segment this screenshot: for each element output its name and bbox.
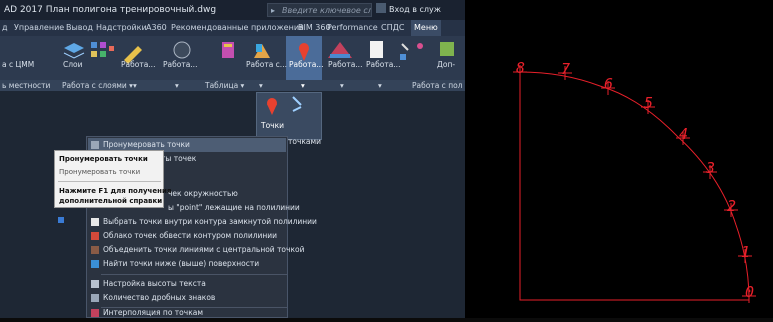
surface-points-icon xyxy=(91,260,99,268)
ribbon-btn-extra[interactable]: Доп- xyxy=(437,60,455,69)
point-label-0: 0 xyxy=(745,283,754,301)
point-label-5: 5 xyxy=(644,94,653,112)
interpolation-icon xyxy=(91,309,99,317)
ribbon-btn-work5[interactable]: Работа... xyxy=(366,60,400,69)
point-marker-icon xyxy=(299,43,309,61)
selection-marker xyxy=(58,217,64,223)
ribbon-btn-layers[interactable]: Слои xyxy=(63,60,83,69)
text-height-icon xyxy=(91,280,99,288)
autocad-window: AD 2017 План полигона тренировочный.dwg … xyxy=(0,0,465,318)
ribbon-btn-work1[interactable]: Работа... xyxy=(121,60,155,69)
ribbon-btn-dtm[interactable]: а с ЦММ xyxy=(2,60,34,69)
menu-item-cloud-contour[interactable]: Облако точек обвести контуром полилинии xyxy=(88,229,286,243)
polygon-drawing: 8 7 6 5 43 2 1 0 xyxy=(513,59,756,303)
points-panel-caption: точками xyxy=(288,137,322,146)
tab-addins[interactable]: Надстройки xyxy=(96,20,147,36)
panel-expand-1[interactable]: ▾ xyxy=(133,80,137,91)
tooltip-title: Пронумеровать точки xyxy=(59,155,148,163)
misc-tools-icon xyxy=(400,43,423,60)
number-points-icon xyxy=(91,141,99,149)
panel-expand-2[interactable]: ▾ xyxy=(175,80,179,91)
command-tooltip: Пронумеровать точки Пронумеровать точки … xyxy=(54,150,171,208)
panel-expand-5[interactable]: ▾ xyxy=(378,80,382,91)
point-label-2: 2 xyxy=(727,197,736,215)
menu-item-decimal-places[interactable]: Количество дробных знаков xyxy=(88,291,286,305)
tooltip-help-line-1: Нажмите F1 для получения xyxy=(59,187,172,195)
point-label-8: 8 xyxy=(516,59,525,77)
ribbon-btn-work4[interactable]: Работа... xyxy=(328,60,362,69)
ribbon-panel-bar: ь местности Работа с слоями ▾ ▾ ▾ Таблиц… xyxy=(0,80,465,91)
tab-spds[interactable]: СПДС xyxy=(381,20,404,36)
document-icon xyxy=(370,41,383,58)
drawing-canvas[interactable]: 8 7 6 5 43 2 1 0 xyxy=(465,0,773,318)
point-labels: 8 7 6 5 43 2 1 0 xyxy=(513,59,756,303)
search-input[interactable]: Введите ключевое слово/фразу xyxy=(267,3,372,17)
tab-0[interactable]: д xyxy=(2,20,8,36)
cloud-contour-icon xyxy=(91,232,99,240)
polygon-outline xyxy=(519,71,750,301)
extra-icon xyxy=(440,42,454,56)
ribbon-icons xyxy=(63,41,454,64)
point-label-6: 6 xyxy=(604,75,613,93)
ribbon-btn-work3[interactable]: Работа с... xyxy=(246,60,287,69)
panel-work-poly[interactable]: Работа с пол xyxy=(412,80,462,91)
panel-terrain[interactable]: ь местности xyxy=(2,80,50,91)
point-label-3: 3 xyxy=(705,159,715,177)
menu-separator xyxy=(101,274,287,275)
signin-label: Вход в служ xyxy=(389,5,441,14)
menu-item-interpolation[interactable]: Интерполяция по точкам xyxy=(88,306,286,318)
menu-item-text-height[interactable]: Настройка высоты текста xyxy=(88,277,286,291)
panel-table[interactable]: Таблица ▾ xyxy=(205,80,244,91)
tooltip-help-line-2: дополнительной справки xyxy=(59,197,163,205)
panel-expand-points[interactable]: ▾ xyxy=(301,80,305,91)
point-label-4: 4 xyxy=(679,125,688,143)
menu-item-connect-center[interactable]: Объеденить точки линиями с центральной т… xyxy=(88,243,304,257)
window-title: AD 2017 План полигона тренировочный.dwg xyxy=(4,5,217,15)
connect-lines-icon xyxy=(91,246,99,254)
decimals-icon xyxy=(91,294,99,302)
tab-featured-apps[interactable]: Рекомендованные приложения xyxy=(171,20,304,36)
ribbon-tabs: д Управление Вывод Надстройки A360 Реком… xyxy=(0,20,465,36)
menu-item-below-surface[interactable]: Найти точки ниже (выше) поверхности xyxy=(88,257,286,271)
ribbon-btn-work2[interactable]: Работа... xyxy=(163,60,197,69)
point-tool-icon xyxy=(292,96,302,112)
tooltip-description: Пронумеровать точки xyxy=(59,168,141,176)
layer-tools-icon xyxy=(91,42,114,57)
layers-icon xyxy=(63,43,85,59)
tab-manage[interactable]: Управление xyxy=(14,20,64,36)
hand-icon xyxy=(91,218,99,226)
map-pin-icon xyxy=(267,98,277,115)
panel-expand-3[interactable]: ▾ xyxy=(259,80,263,91)
ribbon-btn-points[interactable]: Работа... xyxy=(289,60,323,69)
points-flyout-icons xyxy=(267,96,302,115)
panel-layers[interactable]: Работа с слоями ▾ xyxy=(62,80,133,91)
tab-bim360[interactable]: BIM 360 xyxy=(298,20,331,36)
tooltip-divider xyxy=(58,181,161,182)
point-label-1: 1 xyxy=(741,243,750,261)
user-icon xyxy=(376,3,386,13)
globe-icon xyxy=(173,41,191,59)
point-label-7: 7 xyxy=(561,60,570,78)
menu-item-select-inside-polyline[interactable]: Выбрать точки внутри контура замкнутой п… xyxy=(88,215,317,229)
ribbon-labels: а с ЦММ Слои Работа... Работа... Работа … xyxy=(0,60,465,70)
title-bar: AD 2017 План полигона тренировочный.dwg … xyxy=(0,0,465,20)
points-flyout[interactable]: Точки xyxy=(256,92,322,140)
polyline-icon xyxy=(254,44,270,58)
surface-icon xyxy=(328,42,352,58)
tab-output[interactable]: Вывод xyxy=(66,20,93,36)
tab-a360[interactable]: A360 xyxy=(146,20,167,36)
tab-performance[interactable]: Performance xyxy=(327,20,378,36)
tooltip-help: Нажмите F1 для получения дополнительной … xyxy=(59,186,171,206)
points-flyout-label: Точки xyxy=(261,121,285,130)
table-icon xyxy=(222,42,234,58)
signin-button[interactable]: Вход в служ xyxy=(376,3,441,17)
tab-menu[interactable]: Меню xyxy=(411,20,441,36)
panel-expand-4[interactable]: ▾ xyxy=(340,80,344,91)
